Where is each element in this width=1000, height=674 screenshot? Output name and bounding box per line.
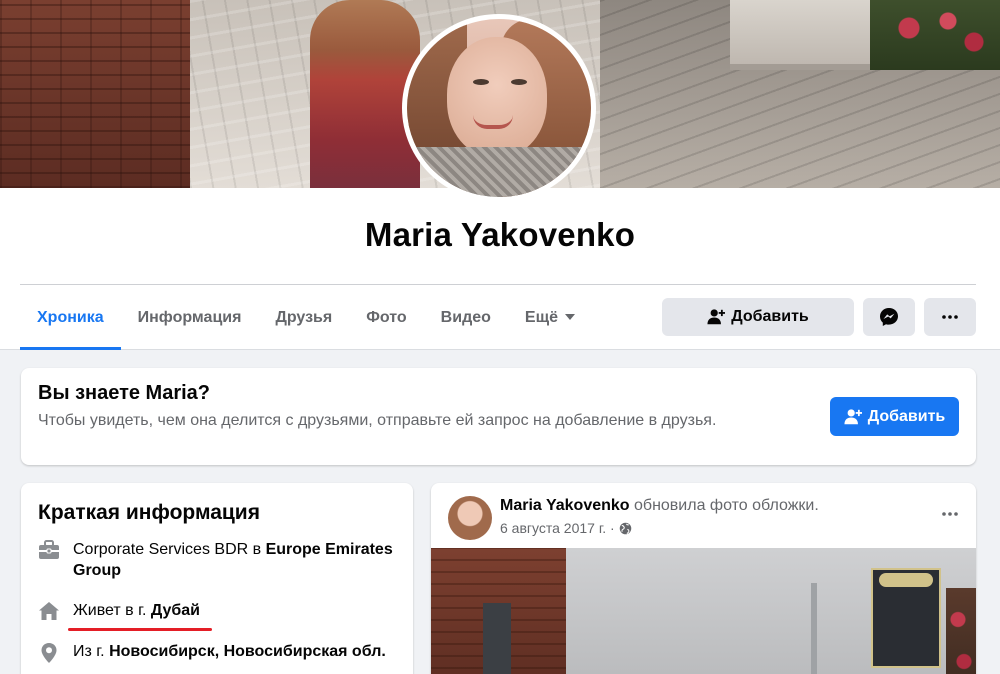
from-prefix: Из г.	[73, 643, 110, 660]
intro-from-text: Из г. Новосибирск, Новосибирская обл.	[73, 641, 386, 664]
tab-photos[interactable]: Фото	[349, 285, 423, 350]
work-prefix: Corporate Services BDR в	[73, 541, 266, 558]
tab-label: Ещё	[524, 309, 558, 326]
tab-friends[interactable]: Друзья	[258, 285, 349, 350]
tab-more[interactable]: Ещё	[508, 285, 592, 350]
tab-label: Видео	[440, 309, 491, 326]
red-underline-annotation	[68, 628, 212, 631]
tab-videos[interactable]: Видео	[424, 285, 508, 350]
intro-lives-text: Живет в г. Дубай	[73, 600, 200, 621]
lives-city[interactable]: Дубай	[151, 602, 200, 619]
lives-prefix: Живет в г.	[73, 602, 151, 619]
intro-work-text: Corporate Services BDR в Europe Emirates…	[73, 539, 398, 581]
post-photo[interactable]	[431, 548, 976, 674]
cover-wall	[0, 0, 190, 188]
tab-label: Фото	[366, 309, 407, 326]
add-friend-icon	[844, 408, 862, 424]
intro-from: Из г. Новосибирск, Новосибирская обл.	[38, 641, 398, 664]
send-friend-request-button[interactable]: Добавить	[830, 397, 959, 436]
tab-label: Информация	[137, 309, 242, 326]
cover-bench	[730, 0, 870, 70]
photo-flowers	[946, 588, 976, 674]
from-place[interactable]: Новосибирск, Новосибирская обл.	[109, 643, 386, 660]
location-pin-icon	[41, 643, 57, 663]
globe-icon	[619, 522, 631, 534]
intro-lives: Живет в г. Дубай	[38, 600, 398, 621]
photo-pole	[811, 583, 817, 674]
intro-work: Corporate Services BDR в Europe Emirates…	[38, 539, 398, 581]
post-meta: 6 августа 2017 г. ·	[500, 520, 632, 536]
more-dots-icon	[942, 512, 958, 516]
post-author[interactable]: Maria Yakovenko	[500, 497, 630, 514]
messenger-icon	[880, 308, 898, 326]
profile-tabs: Хроника Информация Друзья Фото Видео Ещё	[20, 285, 592, 350]
post-header: Maria Yakovenko обновила фото обложки.	[500, 497, 819, 515]
post-action: обновила фото обложки.	[629, 497, 819, 514]
add-friend-icon	[707, 309, 726, 325]
tab-label: Хроника	[37, 309, 104, 326]
avatar-eye-right	[511, 79, 527, 85]
add-friend-button[interactable]: Добавить	[662, 298, 854, 336]
post-card: Maria Yakovenko обновила фото обложки. 6…	[431, 483, 976, 674]
messenger-button[interactable]	[863, 298, 915, 336]
photo-building	[431, 548, 566, 674]
profile-avatar[interactable]	[407, 19, 591, 197]
tab-about[interactable]: Информация	[121, 285, 259, 350]
more-options-button[interactable]	[924, 298, 976, 336]
tab-timeline[interactable]: Хроника	[20, 285, 121, 350]
friend-suggestion-card: Вы знаете Maria? Чтобы увидеть, чем она …	[21, 368, 976, 465]
avatar-eye-left	[473, 79, 489, 85]
photo-window	[483, 603, 511, 674]
post-date[interactable]: 6 августа 2017 г. ·	[500, 520, 615, 536]
add-friend-label: Добавить	[731, 308, 809, 325]
tab-label: Друзья	[275, 309, 333, 326]
post-options-button[interactable]	[942, 503, 958, 521]
home-icon	[39, 602, 59, 620]
profile-name: Maria Yakovenko	[364, 216, 636, 253]
intro-card: Краткая информация Corporate Services BD…	[21, 483, 413, 674]
avatar-clothing	[407, 147, 591, 197]
caret-down-icon	[564, 314, 575, 320]
post-author-avatar[interactable]	[448, 496, 492, 540]
suggestion-title: Вы знаете Maria?	[38, 382, 211, 404]
more-dots-icon	[942, 315, 958, 319]
photo-pub-sign-top	[879, 573, 933, 587]
intro-title: Краткая информация	[38, 501, 260, 524]
send-request-label: Добавить	[867, 407, 946, 425]
suggestion-text: Чтобы увидеть, чем она делится с друзьям…	[38, 412, 717, 429]
cover-flowers	[870, 0, 1000, 70]
briefcase-icon	[39, 540, 59, 559]
avatar-face	[447, 37, 547, 157]
